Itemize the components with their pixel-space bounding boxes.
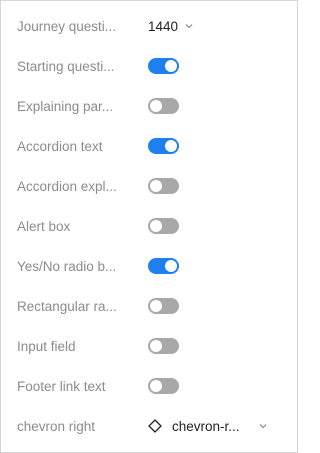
- chevron-right-icon-value: chevron-r...: [172, 418, 240, 434]
- toggle-knob: [150, 300, 162, 312]
- chevron-down-icon: [185, 24, 193, 29]
- toggle-knob: [150, 100, 162, 112]
- row-yes-no-radio: Yes/No radio b...: [1, 246, 297, 286]
- row-footer-link-text: Footer link text: [1, 366, 297, 406]
- toggle-knob: [165, 140, 177, 152]
- accordion-text-toggle[interactable]: [148, 138, 179, 154]
- alert-box-toggle[interactable]: [148, 218, 179, 234]
- diamond-icon: [148, 419, 162, 433]
- input-field-label: Input field: [17, 338, 76, 354]
- starting-question-control: [148, 58, 179, 74]
- toggle-knob: [150, 180, 162, 192]
- toggle-knob: [150, 340, 162, 352]
- row-accordion-text: Accordion text: [1, 126, 297, 166]
- starting-question-toggle[interactable]: [148, 58, 179, 74]
- row-rectangular-radio: Rectangular ra...: [1, 286, 297, 326]
- accordion-text-control: [148, 138, 179, 154]
- toggle-knob: [165, 260, 177, 272]
- alert-box-label: Alert box: [17, 218, 71, 234]
- yes-no-radio-label: Yes/No radio b...: [17, 258, 117, 274]
- toggle-knob: [150, 380, 162, 392]
- journey-question-label: Journey questi...: [17, 18, 117, 34]
- explaining-paragraph-control: [148, 98, 179, 114]
- row-explaining-paragraph: Explaining par...: [1, 86, 297, 126]
- properties-panel: Journey questi... 1440 Starting questi..…: [0, 0, 298, 453]
- accordion-explanation-control: [148, 178, 179, 194]
- footer-link-text-control: [148, 378, 179, 394]
- explaining-paragraph-label: Explaining par...: [17, 98, 114, 114]
- starting-question-label: Starting questi...: [17, 58, 115, 74]
- chevron-right-label: chevron right: [17, 418, 96, 434]
- accordion-explanation-label: Accordion expl...: [17, 178, 117, 194]
- footer-link-text-label: Footer link text: [17, 378, 106, 394]
- input-field-toggle[interactable]: [148, 338, 179, 354]
- row-journey-question: Journey questi... 1440: [1, 6, 297, 46]
- chevron-right-icon-select[interactable]: chevron-r...: [148, 419, 268, 434]
- yes-no-radio-control: [148, 258, 179, 274]
- chevron-down-icon: [259, 424, 267, 429]
- explaining-paragraph-toggle[interactable]: [148, 98, 179, 114]
- rectangular-radio-toggle[interactable]: [148, 298, 179, 314]
- toggle-knob: [150, 220, 162, 232]
- row-accordion-explanation: Accordion expl...: [1, 166, 297, 206]
- row-chevron-right: chevron right chevron-r...: [1, 406, 297, 446]
- alert-box-control: [148, 218, 179, 234]
- row-input-field: Input field: [1, 326, 297, 366]
- row-alert-box: Alert box: [1, 206, 297, 246]
- input-field-control: [148, 338, 179, 354]
- accordion-explanation-toggle[interactable]: [148, 178, 179, 194]
- rectangular-radio-label: Rectangular ra...: [17, 298, 117, 314]
- row-starting-question: Starting questi...: [1, 46, 297, 86]
- rectangular-radio-control: [148, 298, 179, 314]
- journey-question-select[interactable]: 1440: [148, 19, 194, 34]
- journey-question-value: 1440: [148, 18, 179, 34]
- yes-no-radio-toggle[interactable]: [148, 258, 179, 274]
- footer-link-text-toggle[interactable]: [148, 378, 179, 394]
- accordion-text-label: Accordion text: [17, 138, 103, 154]
- toggle-knob: [165, 60, 177, 72]
